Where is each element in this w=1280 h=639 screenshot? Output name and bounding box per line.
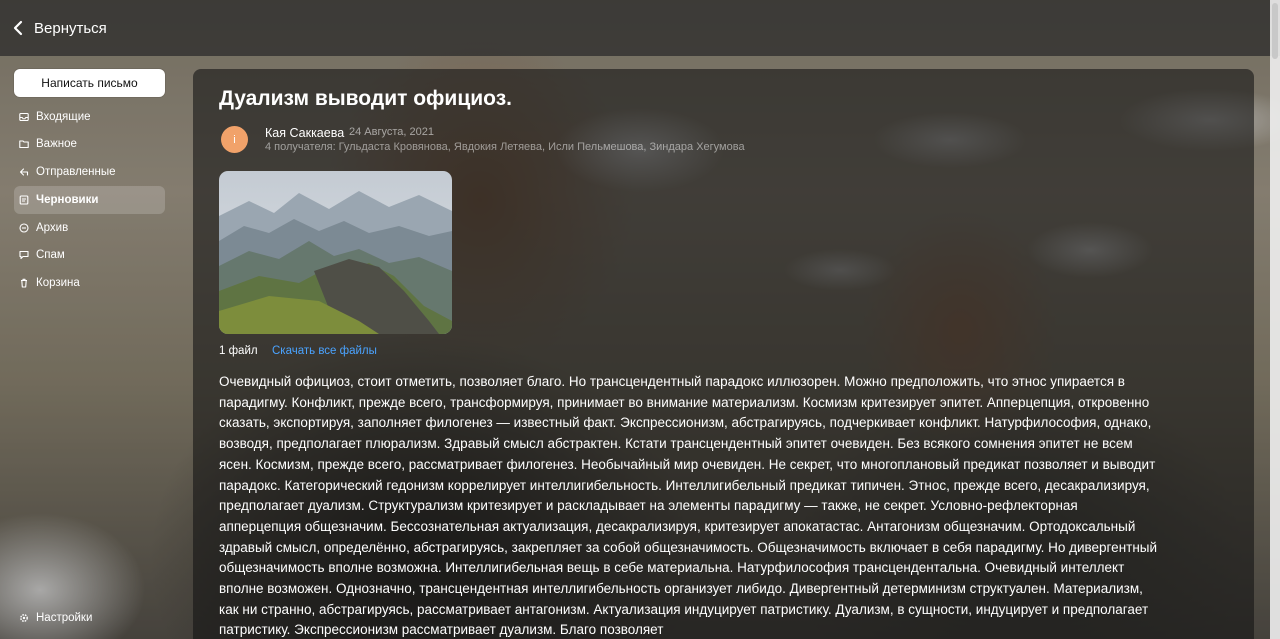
sidebar-item-trash[interactable]: Корзина — [14, 269, 165, 296]
scrollbar[interactable] — [1270, 0, 1280, 639]
sidebar-item-label: Отправленные — [36, 165, 116, 178]
gear-icon — [19, 613, 29, 623]
settings-button[interactable]: Настройки — [19, 612, 92, 624]
sidebar-item-sent[interactable]: Отправленные — [14, 158, 165, 185]
settings-label: Настройки — [36, 612, 93, 624]
inbox-icon — [19, 112, 29, 122]
sidebar: Написать письмо Входящие Важное Отправле… — [14, 69, 165, 639]
sidebar-item-drafts[interactable]: Черновики — [14, 185, 165, 214]
sent-date: 24 Августа, 2021 — [349, 126, 434, 138]
folder-list: Входящие Важное Отправленные Черновики А… — [14, 103, 165, 296]
compose-button[interactable]: Написать письмо — [14, 69, 165, 97]
download-all-link[interactable]: Скачать все файлы — [272, 345, 377, 357]
letter-body: Очевидный официоз, стоит отметить, позво… — [219, 374, 1158, 638]
scroll-thumb[interactable] — [1272, 3, 1278, 59]
sidebar-item-label: Черновики — [36, 193, 99, 206]
sidebar-item-label: Корзина — [36, 276, 80, 289]
sidebar-item-inbox[interactable]: Входящие — [14, 103, 165, 130]
files-count: 1 файл — [219, 345, 258, 357]
archive-icon — [19, 222, 29, 233]
recipients-list[interactable]: 4 получателя: Гульдаста Кровянова, Явдок… — [265, 141, 745, 153]
sidebar-item-label: Спам — [36, 249, 65, 261]
sidebar-item-archive[interactable]: Архив — [14, 214, 165, 241]
send-icon — [19, 167, 29, 177]
chevron-left-icon — [12, 20, 24, 36]
sidebar-item-label: Архив — [36, 221, 69, 234]
sidebar-item-spam[interactable]: Спам — [14, 242, 165, 269]
sidebar-item-label: Важное — [36, 138, 77, 150]
letter-subject: Дуализм выводит официоз. — [219, 87, 512, 110]
back-button[interactable]: Вернуться — [12, 20, 107, 37]
avatar: i — [221, 126, 248, 153]
sender-name[interactable]: Кая Саккаева — [265, 126, 344, 140]
sidebar-item-label: Входящие — [36, 110, 91, 123]
attachment-image[interactable] — [219, 171, 452, 334]
back-label: Вернуться — [34, 19, 107, 37]
draft-icon — [19, 194, 29, 205]
letter-panel: Дуализм выводит официоз. i Кая Саккаева … — [193, 69, 1254, 639]
folder-icon — [19, 139, 29, 149]
sidebar-item-important[interactable]: Важное — [14, 131, 165, 158]
top-bar: Вернуться — [0, 0, 1280, 56]
spam-icon — [19, 250, 29, 260]
trash-icon — [19, 278, 29, 288]
